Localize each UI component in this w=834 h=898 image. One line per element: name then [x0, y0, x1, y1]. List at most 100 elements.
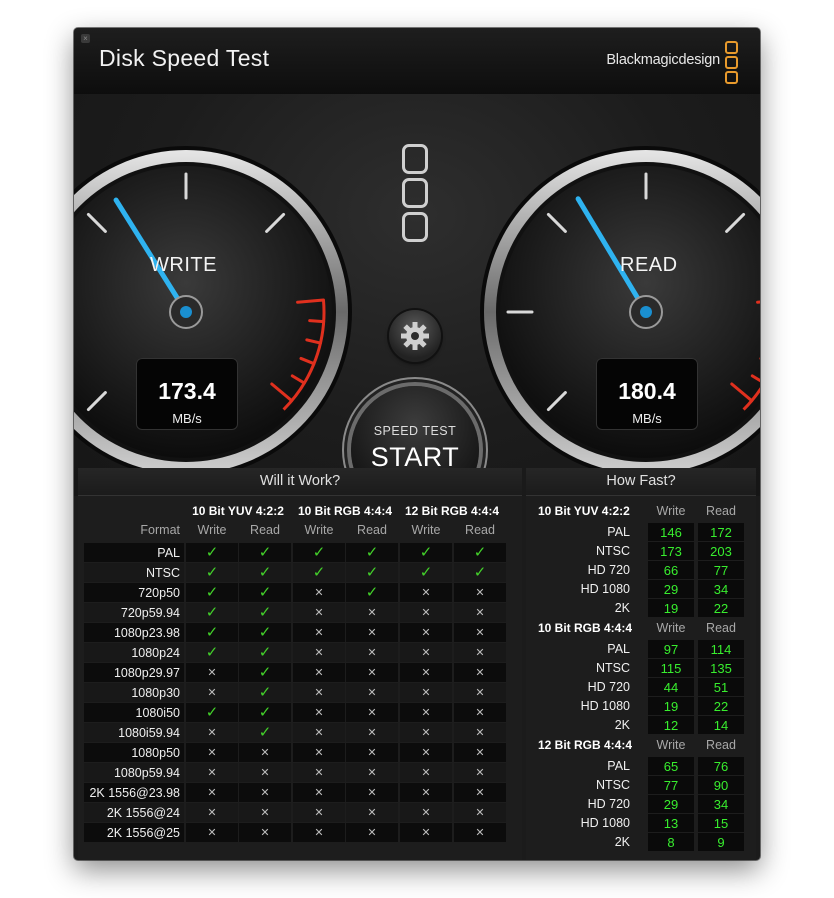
cross-icon: ✕: [207, 747, 217, 759]
cross-icon: ✕: [421, 607, 431, 619]
cross-icon: ✕: [475, 767, 485, 779]
check-icon: ✓: [473, 564, 487, 581]
cross-icon: ✕: [475, 607, 485, 619]
check-icon: ✓: [258, 704, 272, 721]
check-icon: ✓: [205, 704, 219, 721]
read-column-header: Read: [706, 504, 736, 518]
matrix-group-header: 12 Bit RGB 4:4:4: [404, 504, 500, 518]
speed-group-header: 12 Bit RGB 4:4:4: [538, 738, 633, 752]
cross-icon: ✕: [314, 627, 324, 639]
check-icon: ✓: [258, 644, 272, 661]
cross-icon: ✕: [367, 667, 377, 679]
cross-icon: ✕: [260, 767, 270, 779]
cross-icon: ✕: [421, 747, 431, 759]
matrix-row-label: PAL: [157, 546, 180, 560]
cross-icon: ✕: [260, 747, 270, 759]
write-speed: 173: [660, 544, 682, 559]
write-gauge-label: WRITE: [150, 254, 217, 276]
write-speed: 66: [663, 563, 679, 578]
settings-button[interactable]: [389, 310, 441, 362]
read-gauge-dial: [480, 146, 760, 478]
cross-icon: ✕: [314, 587, 324, 599]
write-speed: 13: [663, 816, 679, 831]
cross-icon: ✕: [367, 747, 377, 759]
cross-icon: ✕: [475, 787, 485, 799]
write-speed: 97: [663, 642, 679, 657]
status-box-2: [402, 178, 428, 208]
speed-row-label: HD 720: [587, 563, 630, 577]
matrix-row-label: 1080p30: [131, 686, 180, 700]
cross-icon: ✕: [475, 647, 485, 659]
cross-icon: ✕: [367, 647, 377, 659]
read-speed: 22: [713, 601, 729, 616]
write-speed: 65: [663, 759, 679, 774]
close-icon[interactable]: ×: [81, 34, 90, 43]
cross-icon: ✕: [207, 767, 217, 779]
cross-icon: ✕: [260, 787, 270, 799]
cross-icon: ✕: [475, 707, 485, 719]
check-icon: ✓: [258, 624, 272, 641]
brand-logo-icon: [725, 41, 738, 86]
check-icon: ✓: [205, 644, 219, 661]
title-bar: × Disk Speed Test Blackmagicdesign: [74, 28, 760, 95]
cross-icon: ✕: [260, 827, 270, 839]
cross-icon: ✕: [207, 787, 217, 799]
check-icon: ✓: [205, 584, 219, 601]
write-speed: 77: [663, 778, 679, 793]
speed-row-label: PAL: [607, 525, 630, 539]
cross-icon: ✕: [367, 687, 377, 699]
matrix-row-label: 1080p23.98: [113, 626, 180, 640]
read-column-header: Read: [706, 738, 736, 752]
check-icon: ✓: [258, 664, 272, 681]
check-icon: ✓: [258, 684, 272, 701]
write-gauge-hub-center: [180, 306, 192, 318]
check-icon: ✓: [258, 544, 272, 561]
read-gauge: READ 180.4 MB/s: [476, 142, 760, 482]
cross-icon: ✕: [421, 807, 431, 819]
read-speed: 114: [710, 642, 732, 657]
check-icon: ✓: [365, 544, 379, 561]
check-icon: ✓: [258, 584, 272, 601]
speed-row-label: HD 1080: [580, 816, 630, 830]
matrix-row-label: 1080p59.94: [113, 766, 180, 780]
speed-row-label: HD 720: [587, 797, 630, 811]
cross-icon: ✕: [421, 727, 431, 739]
write-speed: 29: [663, 582, 679, 597]
write-gauge-dial: [74, 146, 352, 478]
matrix-column-header: Read: [465, 523, 495, 537]
read-speed: 34: [713, 797, 729, 812]
check-icon: ✓: [258, 604, 272, 621]
brand-name: Blackmagicdesign: [606, 52, 720, 68]
matrix-column-header: Read: [250, 523, 280, 537]
matrix-group-header: 10 Bit YUV 4:2:2: [192, 504, 284, 518]
read-speed: 203: [710, 544, 732, 559]
check-icon: ✓: [258, 724, 272, 741]
read-speed: 34: [713, 582, 729, 597]
read-gauge-label: READ: [620, 254, 678, 276]
read-speed: 22: [713, 699, 729, 714]
write-gauge-redline-tick: [308, 319, 326, 324]
cross-icon: ✕: [475, 667, 485, 679]
read-speed: 76: [713, 759, 729, 774]
matrix-row-label: 1080i59.94: [118, 726, 180, 740]
matrix-group-header: 10 Bit RGB 4:4:4: [297, 504, 393, 518]
check-icon: ✓: [419, 564, 433, 581]
speed-row-label: HD 1080: [580, 699, 630, 713]
read-speed: 15: [713, 816, 729, 831]
cross-icon: ✕: [367, 627, 377, 639]
speed-group-header: 10 Bit YUV 4:2:2: [538, 504, 630, 518]
cross-icon: ✕: [207, 667, 217, 679]
cross-icon: ✕: [207, 727, 217, 739]
format-column-header: Format: [140, 523, 180, 537]
write-column-header: Write: [656, 738, 686, 752]
cross-icon: ✕: [475, 627, 485, 639]
cross-icon: ✕: [421, 787, 431, 799]
cross-icon: ✕: [314, 687, 324, 699]
write-speed-unit: MB/s: [172, 411, 202, 426]
cross-icon: ✕: [367, 787, 377, 799]
check-icon: ✓: [419, 544, 433, 561]
matrix-row-label: 2K 1556@25: [106, 826, 180, 840]
speed-row-label: PAL: [607, 759, 630, 773]
read-speed: 172: [710, 525, 732, 540]
matrix-column-header: Write: [197, 523, 227, 537]
